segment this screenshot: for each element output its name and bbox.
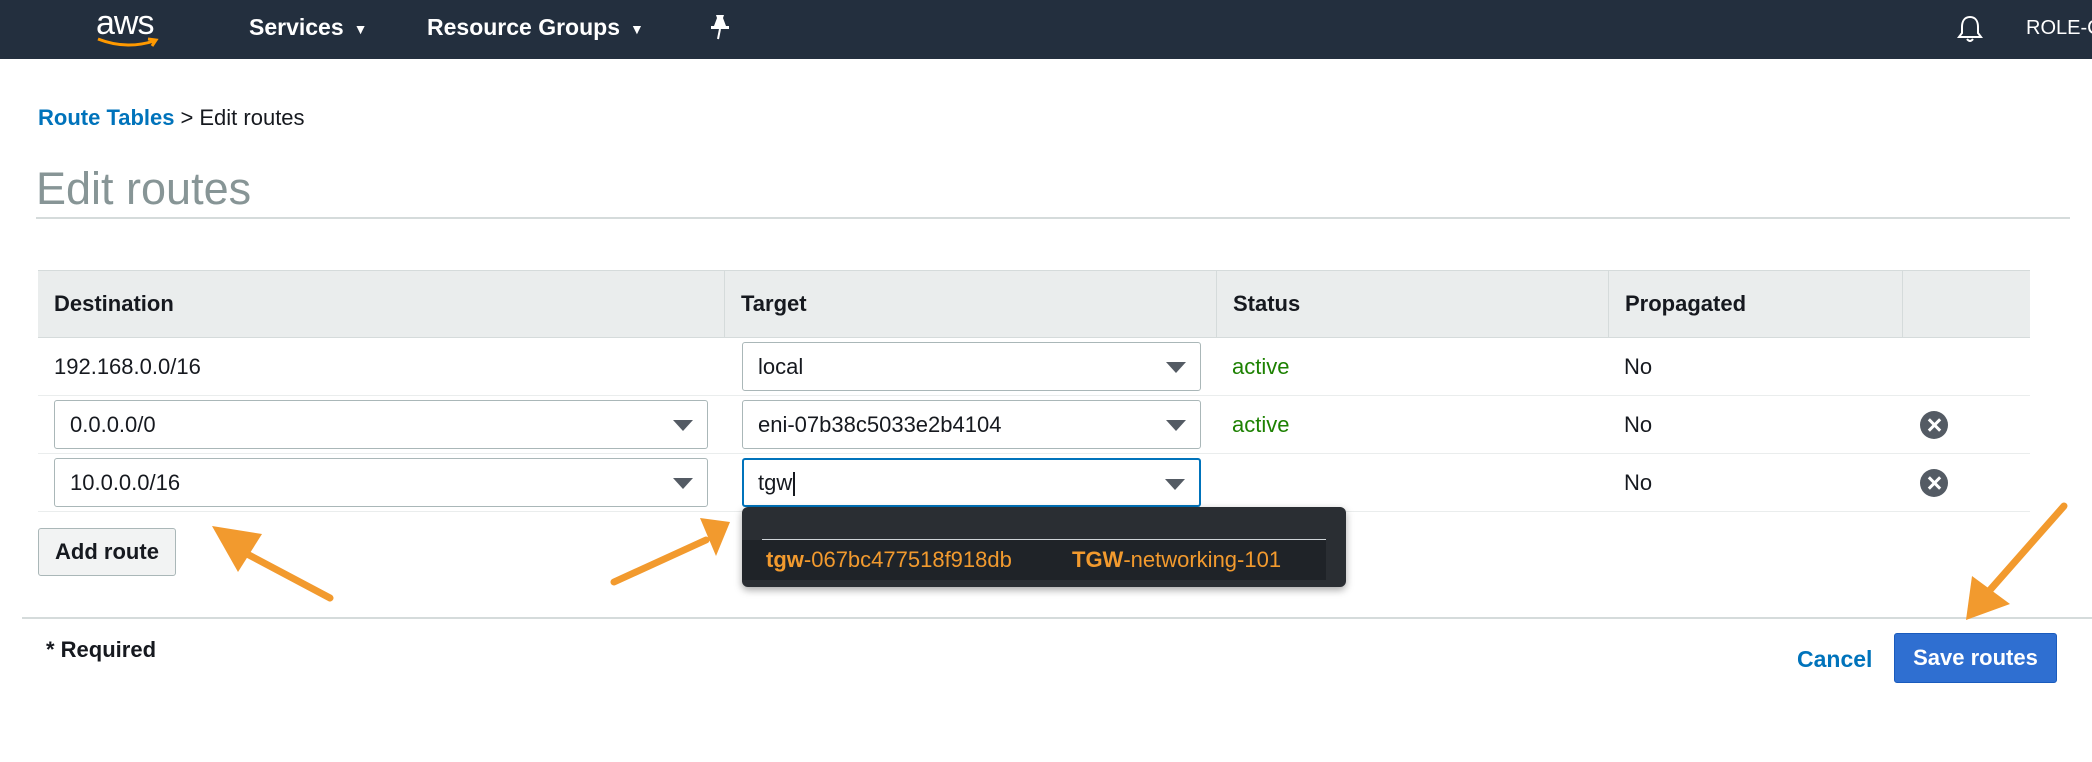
remove-route-icon[interactable] [1920, 411, 1948, 439]
dropdown-option-transit-gateway[interactable]: tgw-067bc477518f918db TGW-networking-101 [742, 540, 1326, 580]
column-header-status: Status [1216, 271, 1608, 337]
destination-value: 10.0.0.0/16 [70, 470, 181, 495]
status-cell [1216, 454, 1232, 511]
table-row: 192.168.0.0/16 local active No [38, 338, 2030, 396]
column-header-propagated: Propagated [1608, 271, 1902, 337]
top-navigation-bar: aws Services▼ Resource Groups▼ ROLE-C [0, 0, 2092, 59]
resource-groups-menu[interactable]: Resource Groups ▼ [427, 14, 644, 41]
save-routes-button[interactable]: Save routes [1894, 633, 2057, 683]
required-note: * Required [46, 637, 157, 662]
table-row: 10.0.0.0/16 tgw No [38, 454, 2030, 512]
target-select[interactable]: eni-07b38c5033e2b4104 [742, 400, 1201, 449]
services-label: Services [249, 14, 344, 40]
main-content: Route Tables > Edit routes Edit routes Des… [0, 59, 2092, 762]
target-value: local [758, 354, 804, 379]
breadcrumb-route-tables-link[interactable]: Route Tables [38, 105, 175, 130]
chevron-down-icon: ▼ [630, 20, 644, 37]
text-cursor [793, 472, 796, 497]
destination-select[interactable]: 10.0.0.0/16 [54, 458, 708, 507]
remove-route-icon[interactable] [1920, 469, 1948, 497]
account-role-menu[interactable]: ROLE-C [2026, 17, 2092, 40]
column-header-target: Target [724, 271, 1216, 337]
add-route-button[interactable]: Add route [38, 528, 176, 576]
breadcrumb: Route Tables > Edit routes [38, 105, 305, 131]
status-cell: active [1232, 354, 1290, 379]
footer-divider [22, 617, 2092, 619]
propagated-cell: No [1624, 412, 1653, 437]
page-title: Edit routes [36, 163, 252, 214]
breadcrumb-current: Edit routes [199, 105, 305, 130]
target-value: eni-07b38c5033e2b4104 [758, 412, 1002, 437]
caret-down-icon [1165, 479, 1185, 490]
table-header: Destination Target Status Propagated [38, 270, 2030, 338]
target-input[interactable]: tgw [742, 458, 1201, 507]
notification-bell-icon[interactable] [1956, 14, 1984, 44]
routes-table: Destination Target Status Propagated 192… [38, 270, 2030, 512]
resource-groups-label: Resource Groups [427, 14, 620, 40]
services-menu[interactable]: Services ▼ [249, 14, 368, 41]
aws-smile-icon [97, 37, 159, 47]
target-select[interactable]: local [742, 342, 1201, 391]
table-row: 0.0.0.0/0 eni-07b38c5033e2b4104 active N… [38, 396, 2030, 454]
destination-cell: 192.168.0.0/16 [54, 354, 201, 379]
breadcrumb-separator: > [180, 105, 194, 130]
chevron-down-icon: ▼ [353, 20, 368, 37]
target-autocomplete-dropdown: tgw-067bc477518f918db TGW-networking-101 [742, 507, 1346, 587]
option-name: TGW-networking-101 [1072, 547, 1282, 572]
target-typed-value: tgw [758, 470, 793, 495]
pin-icon[interactable] [708, 12, 732, 42]
caret-down-icon [1166, 362, 1186, 373]
propagated-cell: No [1624, 354, 1653, 379]
column-header-destination: Destination [54, 291, 174, 316]
caret-down-icon [673, 478, 693, 489]
option-id: tgw-067bc477518f918db [766, 547, 1012, 572]
column-header-actions [1902, 271, 2030, 337]
destination-select[interactable]: 0.0.0.0/0 [54, 400, 708, 449]
title-divider [36, 217, 2070, 219]
propagated-cell: No [1624, 470, 1653, 495]
cancel-button[interactable]: Cancel [1797, 646, 1872, 673]
status-cell: active [1232, 412, 1290, 437]
caret-down-icon [1166, 420, 1186, 431]
destination-value: 0.0.0.0/0 [70, 412, 156, 437]
caret-down-icon [673, 420, 693, 431]
